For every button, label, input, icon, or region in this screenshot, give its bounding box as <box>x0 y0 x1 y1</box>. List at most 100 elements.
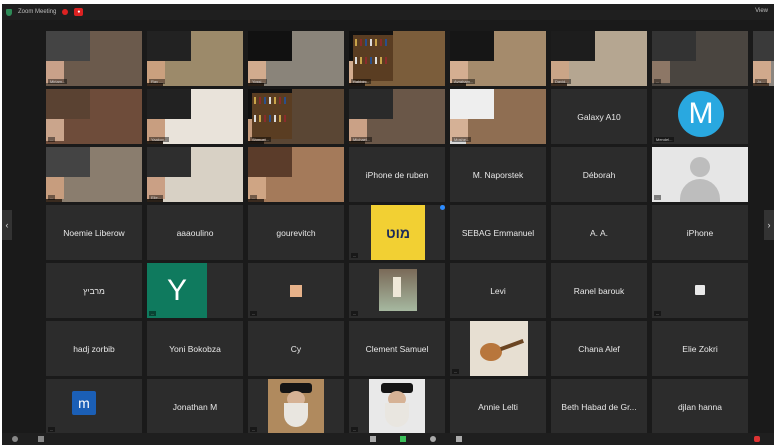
book <box>259 115 261 122</box>
participant-avatar-tile[interactable]: m... <box>46 379 142 434</box>
participant-tile[interactable]: Clement Samuel <box>349 321 445 376</box>
book <box>385 57 387 64</box>
participant-tile[interactable]: A. A. <box>551 205 647 260</box>
prev-page-arrow-icon[interactable]: ‹ <box>2 210 12 240</box>
record-icon[interactable] <box>430 436 436 442</box>
participant-tile[interactable]: aaaoulino <box>147 205 243 260</box>
participant-silhouette-tile[interactable]: ... <box>652 147 748 202</box>
avatar: Y <box>147 263 207 318</box>
view-button[interactable]: View <box>755 8 768 14</box>
book <box>279 115 281 122</box>
book <box>360 57 362 64</box>
participant-video-tile[interactable]: Shmuel... <box>248 89 344 144</box>
participant-video-tile[interactable]: Jo... <box>753 31 774 86</box>
participant-tile[interactable]: Levi <box>450 263 546 318</box>
person-body <box>46 147 90 177</box>
participant-video-tile[interactable]: ... <box>46 147 142 202</box>
participant-label: ... <box>351 253 359 258</box>
participant-name: A. A. <box>590 227 608 238</box>
participants-icon[interactable] <box>370 436 376 442</box>
participant-label: ... <box>654 79 662 84</box>
participant-video-tile[interactable]: ... <box>248 147 344 202</box>
participant-square-tile[interactable]: ... <box>248 263 344 318</box>
person-body <box>46 31 90 61</box>
participant-tile[interactable]: Jonathan M <box>147 379 243 434</box>
participant-label: Rabbin... <box>351 79 372 84</box>
participant-video-tile[interactable]: Michael... <box>349 89 445 144</box>
participant-label: ... <box>250 427 258 432</box>
participant-tile[interactable]: Galaxy A10 <box>551 89 647 144</box>
participant-name: Clement Samuel <box>365 343 429 354</box>
participant-label: ... <box>250 311 258 316</box>
participant-video-tile[interactable]: Moshe... <box>450 89 546 144</box>
participant-label: ... <box>654 195 662 200</box>
participant-tile[interactable]: Chana Alef <box>551 321 647 376</box>
participant-video-tile[interactable]: Yossi... <box>248 31 344 86</box>
book <box>355 39 357 46</box>
participant-tile[interactable]: M. Naporstek <box>450 147 546 202</box>
participant-tile[interactable]: gourevitch <box>248 205 344 260</box>
participant-tile[interactable]: Annie Lelti <box>450 379 546 434</box>
book <box>365 39 367 46</box>
participant-video-tile[interactable]: David... <box>551 31 647 86</box>
participant-label: ... <box>351 427 359 432</box>
participant-tile[interactable]: hadj zorbib <box>46 321 142 376</box>
participant-tile[interactable]: iPhone <box>652 205 748 260</box>
participant-name: aaaoulino <box>176 227 214 238</box>
book <box>264 97 266 104</box>
participant-video-tile[interactable]: Miriam... <box>46 31 142 86</box>
book <box>274 115 276 122</box>
participant-tile[interactable]: Cy <box>248 321 344 376</box>
participant-guitar-tile[interactable]: ... <box>450 321 546 376</box>
recording-badge[interactable]: ● <box>74 8 84 16</box>
end-meeting-icon[interactable] <box>754 436 760 442</box>
book <box>284 115 286 122</box>
participant-tile[interactable]: Déborah <box>551 147 647 202</box>
participant-video-tile[interactable]: ... <box>652 31 748 86</box>
person-body <box>46 89 90 119</box>
app-icon <box>695 285 705 295</box>
book <box>385 39 387 46</box>
participant-label: ... <box>48 427 56 432</box>
participant-logo-tile[interactable]: מוט... <box>349 205 445 260</box>
participant-tile[interactable]: iPhone de ruben <box>349 147 445 202</box>
participant-video-tile[interactable]: Yaakov... <box>147 89 243 144</box>
video-icon[interactable] <box>38 436 44 442</box>
participant-avatar-tile[interactable]: Y... <box>147 263 243 318</box>
reactions-icon[interactable] <box>456 436 462 442</box>
participant-video-tile[interactable]: Avraham... <box>450 31 546 86</box>
participant-video-tile[interactable]: ... <box>46 89 142 144</box>
participant-label: Rav ... <box>149 79 165 84</box>
mute-icon[interactable] <box>12 436 18 442</box>
share-screen-icon[interactable] <box>400 436 406 442</box>
participant-appicon-tile[interactable]: ... <box>652 263 748 318</box>
participant-tile[interactable]: מרביץ <box>46 263 142 318</box>
participant-tile[interactable]: Yoni Bokobza <box>147 321 243 376</box>
participant-avatar-tile[interactable]: M Mendel... <box>652 89 748 144</box>
participant-video-tile[interactable]: Elie... <box>147 147 243 202</box>
participant-video-tile[interactable]: Rabbin... <box>349 31 445 86</box>
person-body <box>248 31 292 61</box>
participant-tile[interactable]: Ranel barouk <box>551 263 647 318</box>
bookshelf <box>353 35 393 81</box>
security-shield-icon[interactable] <box>6 8 12 16</box>
participant-tile[interactable]: djlan hanna <box>652 379 748 434</box>
participant-portrait-tile[interactable]: ... <box>248 379 344 434</box>
next-page-arrow-icon[interactable]: › <box>764 210 774 240</box>
participant-name: SEBAG Emmanuel <box>461 227 535 238</box>
portrait-beard <box>385 403 409 427</box>
book <box>269 115 271 122</box>
participant-tile[interactable]: Noemie Liberow <box>46 205 142 260</box>
person-body <box>450 89 494 119</box>
participant-tile[interactable]: Beth Habad de Gr... <box>551 379 647 434</box>
participant-tile[interactable]: Elie Zokri <box>652 321 748 376</box>
participant-portrait-tile[interactable]: ... <box>349 379 445 434</box>
participant-label: Miriam... <box>48 79 68 84</box>
person-body <box>551 31 595 61</box>
participant-name: Jonathan M <box>172 401 218 412</box>
participant-picture-tile[interactable]: ... <box>349 263 445 318</box>
participant-video-tile[interactable]: Rav ... <box>147 31 243 86</box>
color-square <box>290 285 302 297</box>
participant-tile[interactable]: SEBAG Emmanuel <box>450 205 546 260</box>
logo-image: מוט <box>371 205 425 260</box>
